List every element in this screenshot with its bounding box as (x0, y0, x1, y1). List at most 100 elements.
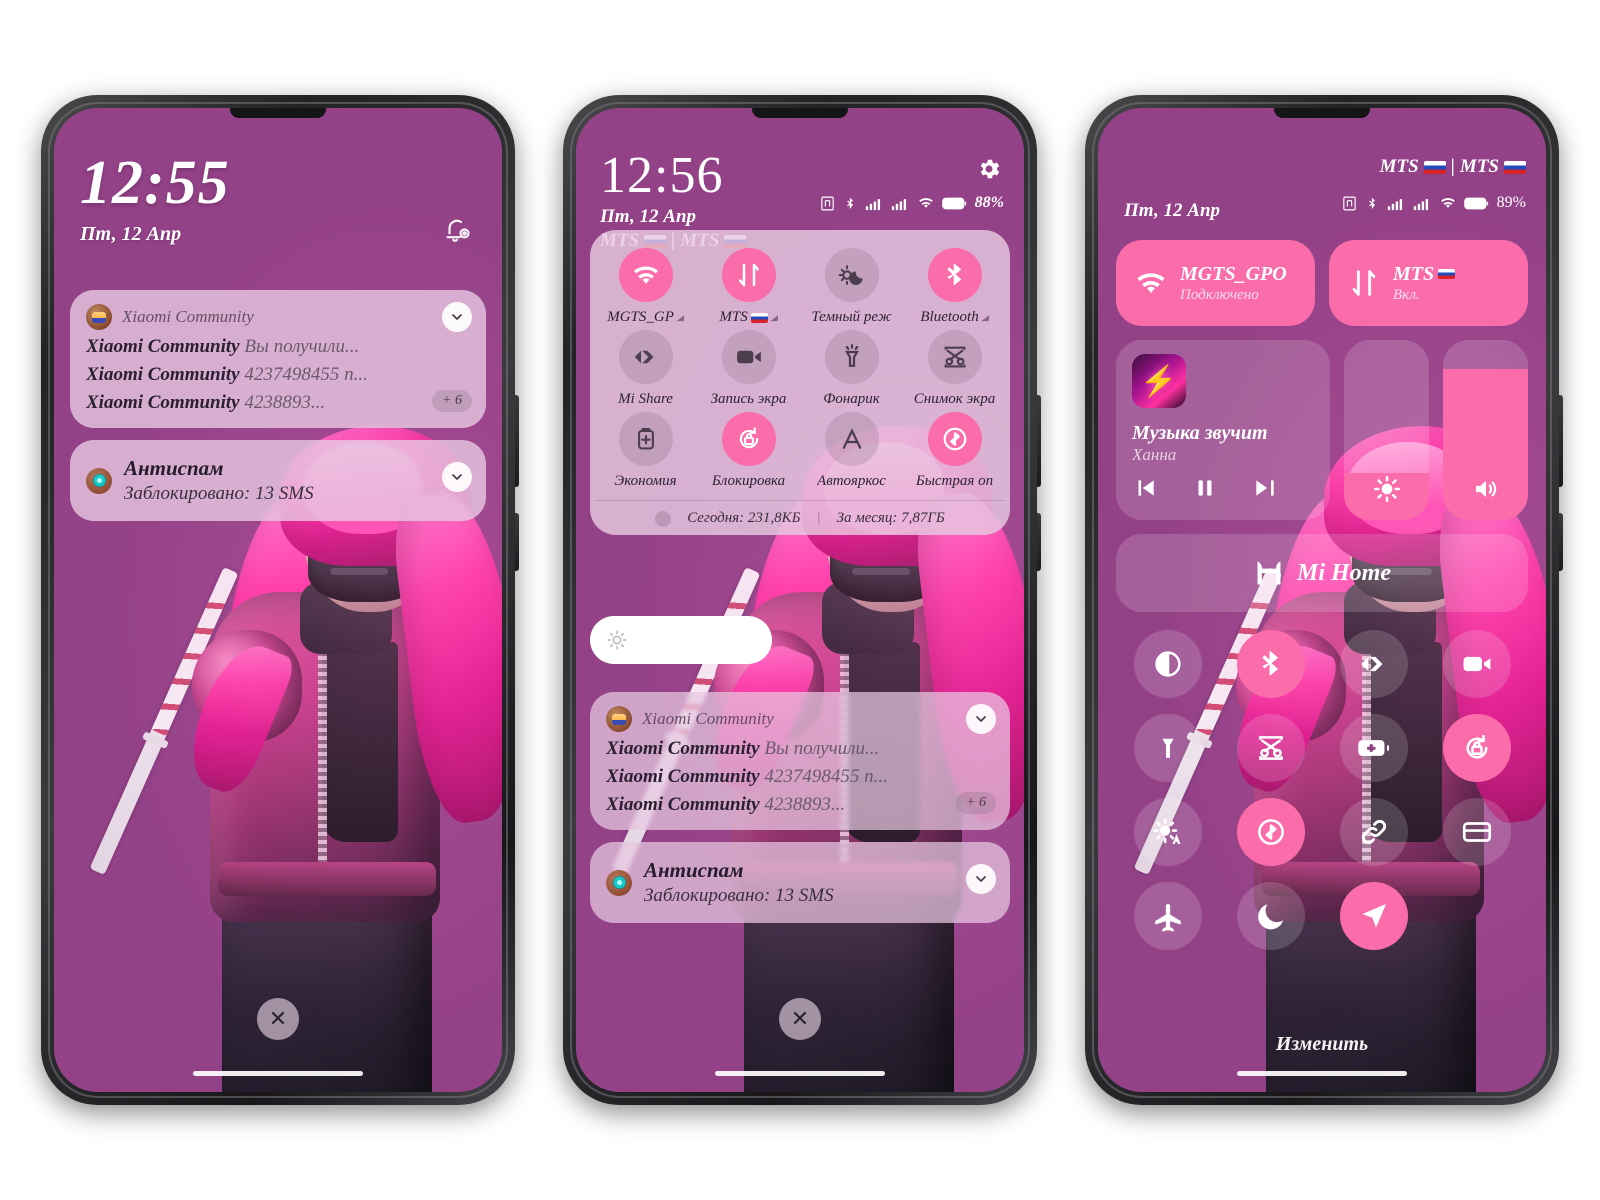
quick-pay-icon[interactable] (927, 412, 982, 466)
expand-chevron-down-icon[interactable] (966, 704, 996, 734)
power-button[interactable] (515, 513, 519, 571)
media-title: Музыка звучит (1132, 422, 1268, 444)
notification-more-badge[interactable]: + 6 (432, 390, 472, 412)
expand-chevron-down-icon[interactable] (966, 864, 996, 894)
brightness-slider[interactable] (1344, 340, 1429, 520)
flashlight-icon[interactable] (1133, 714, 1202, 782)
dark-mode-contrast-icon[interactable] (1133, 630, 1202, 698)
flashlight-icon[interactable] (824, 330, 879, 384)
auto-brightness-icon[interactable] (824, 412, 879, 466)
signal-icon (1413, 199, 1428, 211)
power-button[interactable] (1559, 513, 1563, 571)
notification-line: Xiaomi Community 4238893... (606, 794, 994, 816)
qs-tile-dark-mode[interactable]: Темный реж (800, 248, 903, 326)
qs-tile-wifi[interactable]: MGTS_GP ◢ (594, 248, 697, 326)
volume-button[interactable] (515, 395, 519, 487)
notification-card-antispam[interactable]: Антиспам Заблокировано: 13 SMS (590, 842, 1010, 923)
mi-home-label: Mi Home (1297, 559, 1391, 586)
bell-settings-icon[interactable] (442, 214, 472, 244)
cast-link-icon[interactable] (1339, 798, 1408, 866)
notification-more-badge[interactable]: + 6 (956, 792, 996, 814)
notification-app-name: Xiaomi Community (122, 307, 254, 326)
bluetooth-icon[interactable] (927, 248, 982, 302)
bluetooth-icon[interactable] (1236, 630, 1305, 698)
previous-icon[interactable] (1132, 475, 1158, 501)
expand-chevron-down-icon[interactable] (442, 462, 472, 492)
qs-label-text: Bluetooth (920, 309, 979, 325)
gear-icon[interactable] (976, 156, 1002, 182)
quick-pay-icon[interactable] (1236, 798, 1305, 866)
location-icon[interactable] (1339, 882, 1408, 950)
lockscreen-screen: 12:55 Пт, 12 Апр Xiaomi Community Xiaomi… (54, 108, 502, 1092)
wifi-tile-title: MGTS_GPO (1180, 262, 1287, 285)
qs-tile-rotation-lock[interactable]: Блокировка (697, 412, 800, 490)
lockscreen-date: Пт, 12 Апр (80, 223, 182, 245)
xiaomi-community-icon (606, 706, 632, 732)
qs-tile-battery-saver[interactable]: Экономия (594, 412, 697, 490)
mobile-data-icon (1352, 270, 1376, 296)
notch (230, 108, 326, 118)
expand-chevron-down-icon[interactable] (442, 302, 472, 332)
notification-card-xiaomi[interactable]: Xiaomi Community Xiaomi Community Вы пол… (590, 692, 1010, 830)
notch (752, 108, 848, 118)
qs-tile-screen-record[interactable]: Запись экра (697, 330, 800, 408)
notification-line-text: Вы получили... (764, 738, 880, 759)
qs-tile-mi-share[interactable]: Mi Share (594, 330, 697, 408)
battery-saver-icon[interactable] (618, 412, 673, 466)
mobile-data-tile[interactable]: MTS Вкл. (1329, 240, 1528, 326)
nfc-icon (820, 196, 834, 210)
mobile-data-tile-subtitle: Вкл. (1393, 286, 1420, 303)
mi-home-card[interactable]: Mi Home (1116, 534, 1528, 612)
close-notifications-button[interactable]: ✕ (779, 998, 821, 1040)
rotation-lock-icon[interactable] (1442, 714, 1511, 782)
qs-tile-auto-brightness[interactable]: Автояркос (800, 412, 903, 490)
pause-icon[interactable] (1192, 475, 1218, 501)
bluetooth-icon (1368, 197, 1375, 209)
volume-button[interactable] (1037, 395, 1041, 487)
mobile-data-tile-title: MTS (1393, 263, 1456, 286)
home-indicator[interactable] (715, 1071, 885, 1076)
notification-card-antispam[interactable]: Антиспам Заблокировано: 13 SMS (70, 440, 486, 521)
operator-separator: | (1450, 156, 1455, 177)
airplane-mode-icon[interactable] (1133, 882, 1202, 950)
phone-control-center: Пт, 12 Апр MTS | MTS 89% MGTS_GPO Подклю… (1085, 95, 1563, 1105)
screenshot-icon[interactable] (1236, 714, 1305, 782)
wallet-icon[interactable] (1442, 798, 1511, 866)
notification-card-xiaomi[interactable]: Xiaomi Community Xiaomi Community Вы пол… (70, 290, 486, 428)
qs-tile-mobile-data[interactable]: MTS ◢ (697, 248, 800, 326)
media-player-card[interactable]: Музыка звучит Ханна (1116, 340, 1330, 520)
dark-mode-icon[interactable] (824, 248, 879, 302)
qs-tile-flashlight[interactable]: Фонарик (800, 330, 903, 408)
lockscreen-clock: 12:55 (80, 149, 230, 217)
volume-slider[interactable] (1443, 340, 1528, 520)
mi-share-icon[interactable] (1339, 630, 1408, 698)
wifi-tile[interactable]: MGTS_GPO Подключено (1116, 240, 1315, 326)
qs-tile-screenshot[interactable]: Снимок экра (903, 330, 1006, 408)
screen-record-icon[interactable] (1442, 630, 1511, 698)
qs-tile-bluetooth[interactable]: Bluetooth ◢ (903, 248, 1006, 326)
edit-tiles-button[interactable]: Изменить (1276, 1033, 1368, 1056)
qs-tile-quick-pay[interactable]: Быстрая оп (903, 412, 1006, 490)
qs-tile-label: Mi Share (618, 391, 673, 407)
home-indicator[interactable] (1237, 1071, 1407, 1076)
battery-icon (1463, 197, 1488, 209)
data-usage-footer[interactable]: Сегодня: 231,8КБ | За месяц: 7,87ГБ (594, 500, 1006, 527)
power-button[interactable] (1037, 513, 1041, 571)
wifi-icon[interactable] (618, 248, 673, 302)
status-icons: 89% (1341, 194, 1526, 212)
mobile-data-icon[interactable] (721, 248, 776, 302)
home-indicator[interactable] (193, 1071, 363, 1076)
notification-line: Xiaomi Community 4237498455 n... (86, 364, 470, 386)
brightness-slider[interactable] (590, 616, 772, 664)
next-icon[interactable] (1252, 475, 1278, 501)
volume-button[interactable] (1559, 395, 1563, 487)
brightness-icon (607, 630, 627, 650)
rotation-lock-icon[interactable] (721, 412, 776, 466)
mi-share-icon[interactable] (618, 330, 673, 384)
close-notifications-button[interactable]: ✕ (257, 998, 299, 1040)
screenshot-icon[interactable] (927, 330, 982, 384)
screen-record-icon[interactable] (721, 330, 776, 384)
battery-saver-icon[interactable] (1339, 714, 1408, 782)
auto-brightness-icon[interactable] (1133, 798, 1202, 866)
do-not-disturb-icon[interactable] (1236, 882, 1305, 950)
